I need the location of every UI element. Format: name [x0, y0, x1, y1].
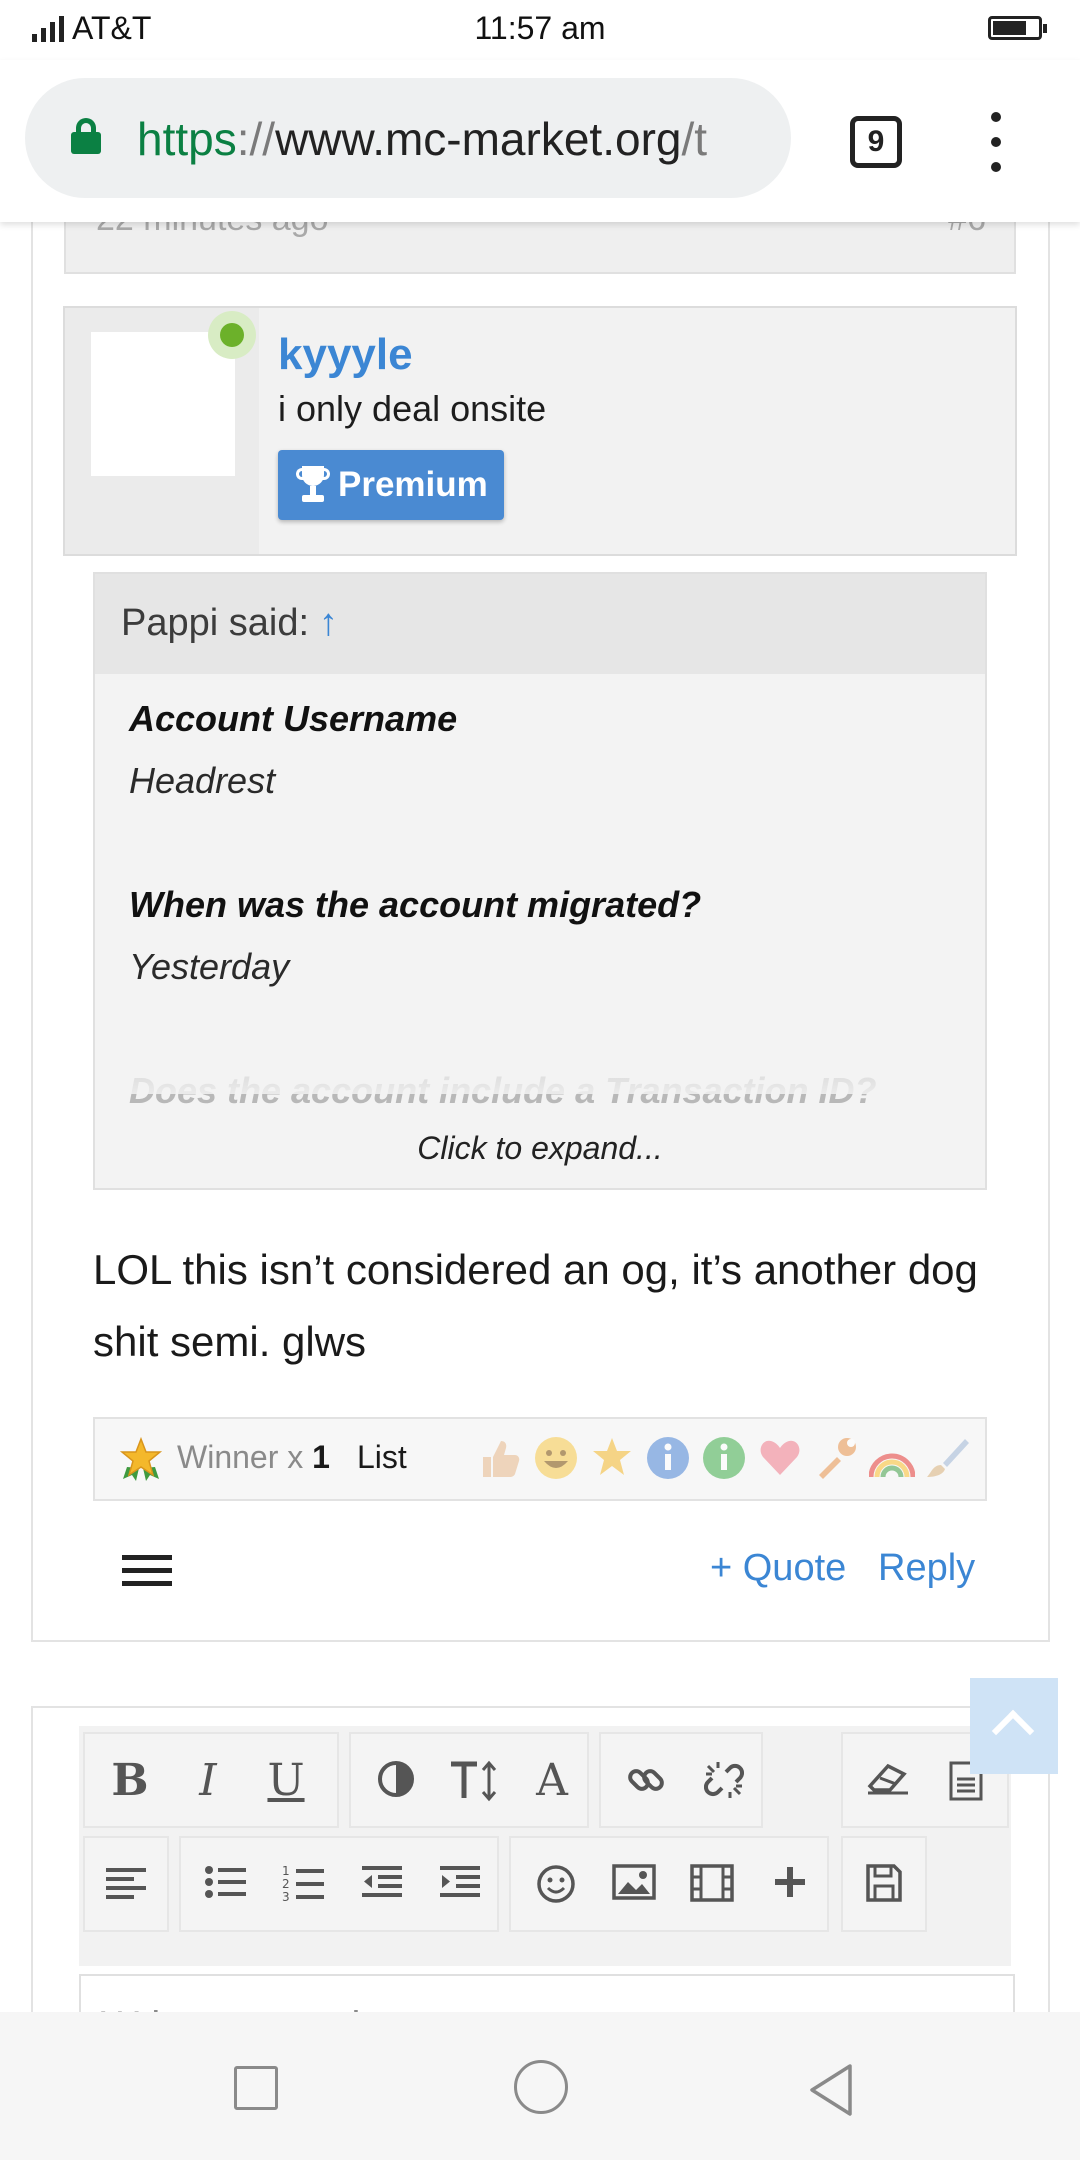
underline-button[interactable]: U [251, 1744, 321, 1818]
contrast-icon[interactable] [361, 1744, 431, 1818]
quote-header: Pappi said: ↑ [95, 574, 985, 674]
url-text[interactable]: https://www.mc-market.org/t [137, 112, 707, 166]
previous-post-footer: 22 minutes ago #6 [64, 222, 1016, 274]
funny-icon[interactable] [533, 1435, 579, 1481]
browser-toolbar: https://www.mc-market.org/t 9 [0, 60, 1080, 222]
lock-icon[interactable] [71, 118, 101, 154]
tab-switcher-button[interactable]: 9 [850, 116, 902, 168]
scroll-to-top-button[interactable] [970, 1678, 1058, 1774]
svg-text:1: 1 [282, 1864, 290, 1878]
battery-level [993, 21, 1026, 35]
italic-button[interactable]: I [173, 1744, 243, 1818]
reply-editor: B I U A 123 [31, 1706, 1050, 2012]
media-icon[interactable] [677, 1848, 747, 1922]
battery-icon [988, 16, 1047, 40]
winner-icon [119, 1437, 163, 1481]
numbered-list-icon[interactable]: 123 [269, 1848, 339, 1922]
svg-text:3: 3 [282, 1890, 290, 1902]
smiley-icon[interactable] [521, 1848, 591, 1922]
back-icon[interactable] [806, 2062, 856, 2118]
quote-attribution: Pappi said: ↑ [121, 602, 338, 645]
toolbar-group-lists: 123 [179, 1836, 499, 1932]
address-bar[interactable]: https://www.mc-market.org/t [25, 78, 791, 198]
svg-text:2: 2 [282, 1877, 290, 1891]
post-message: LOL this isn’t considered an og, it’s an… [93, 1246, 978, 1365]
agree-icon[interactable] [701, 1435, 747, 1481]
quote-field-value: Headrest [129, 760, 276, 801]
quote-block: Pappi said: ↑ Account Username Headrest W… [93, 572, 987, 1190]
eraser-icon[interactable] [853, 1744, 923, 1818]
insert-icon[interactable] [755, 1848, 825, 1922]
recent-apps-icon[interactable] [234, 2066, 278, 2110]
user-info-box: kyyyle i only deal onsite Premium [63, 306, 1017, 556]
link-icon[interactable] [611, 1744, 681, 1818]
quote-field-value: Yesterday [129, 946, 290, 987]
avatar[interactable] [91, 332, 235, 476]
reaction-bar: Winner x 1 List [93, 1417, 987, 1501]
reply-textarea[interactable]: Write your reply... [79, 1974, 1015, 2012]
quote-jump-link[interactable]: ↑ [319, 602, 338, 644]
indent-icon[interactable] [425, 1848, 495, 1922]
quote-button[interactable]: + Quote [710, 1547, 846, 1590]
reaction-options [477, 1435, 977, 1485]
informative-icon[interactable] [645, 1435, 691, 1481]
more-vert-icon[interactable] [984, 112, 1008, 172]
reaction-list-link[interactable]: List [357, 1439, 407, 1476]
post-time[interactable]: 22 minutes ago [96, 222, 329, 239]
unlink-icon[interactable] [689, 1744, 759, 1818]
reaction-summary[interactable]: Winner x 1 [177, 1439, 330, 1476]
toolbar-group-link [599, 1732, 763, 1828]
reply-button[interactable]: Reply [878, 1547, 975, 1590]
post-menu-icon[interactable] [122, 1555, 172, 1587]
outdent-icon[interactable] [347, 1848, 417, 1922]
quote-field-label: When was the account migrated? [129, 884, 702, 925]
bold-button[interactable]: B [95, 1744, 165, 1818]
bullet-list-icon[interactable] [191, 1848, 261, 1922]
username-link[interactable]: kyyyle [278, 330, 413, 380]
page-content: 22 minutes ago #6 kyyyle i only deal ons… [0, 222, 1080, 2012]
url-scheme: https [137, 113, 237, 165]
premium-badge-label: Premium [338, 465, 488, 504]
toolbar-group-insert [509, 1836, 829, 1932]
online-status-icon [208, 311, 256, 359]
premium-badge[interactable]: Premium [278, 450, 504, 520]
clock: 11:57 am [474, 10, 606, 46]
save-icon[interactable] [849, 1848, 919, 1922]
url-path: /t [681, 113, 708, 165]
home-icon[interactable] [514, 2060, 568, 2114]
like-icon[interactable] [477, 1435, 523, 1481]
toolbar-group-format: B I U [83, 1732, 339, 1828]
creative-icon[interactable] [869, 1435, 915, 1481]
url-separator: :// [236, 113, 276, 165]
click-to-expand-link[interactable]: Click to expand... [95, 1130, 985, 1167]
toolbar-group-align [83, 1836, 169, 1932]
reaction-count: 1 [312, 1439, 330, 1475]
user-title: i only deal onsite [278, 388, 547, 429]
reaction-times: x [287, 1439, 304, 1475]
image-icon[interactable] [599, 1848, 669, 1922]
trophy-icon [296, 466, 330, 504]
winner-reaction-icon[interactable] [589, 1435, 635, 1481]
quote-fade [95, 1014, 985, 1094]
align-left-icon[interactable] [91, 1848, 161, 1922]
useful-icon[interactable] [813, 1435, 859, 1481]
font-color-button[interactable]: A [517, 1744, 587, 1818]
artistic-icon[interactable] [925, 1435, 971, 1481]
toolbar-group-style: A [349, 1732, 589, 1828]
status-bar: AT&T 11:57 am [0, 0, 1080, 60]
text-size-icon[interactable] [439, 1744, 509, 1818]
chevron-up-icon [991, 1709, 1035, 1753]
url-host: www.mc-market.org [275, 113, 682, 165]
editor-toolbar: B I U A 123 [79, 1726, 1011, 1966]
reaction-name: Winner [177, 1439, 279, 1475]
love-icon[interactable] [757, 1435, 803, 1481]
post-number[interactable]: #6 [948, 222, 986, 239]
quote-field-label: Account Username [129, 698, 458, 739]
toolbar-group-save [841, 1836, 927, 1932]
quote-author: Pappi said: [121, 602, 310, 644]
system-navigation-bar [0, 2012, 1080, 2160]
